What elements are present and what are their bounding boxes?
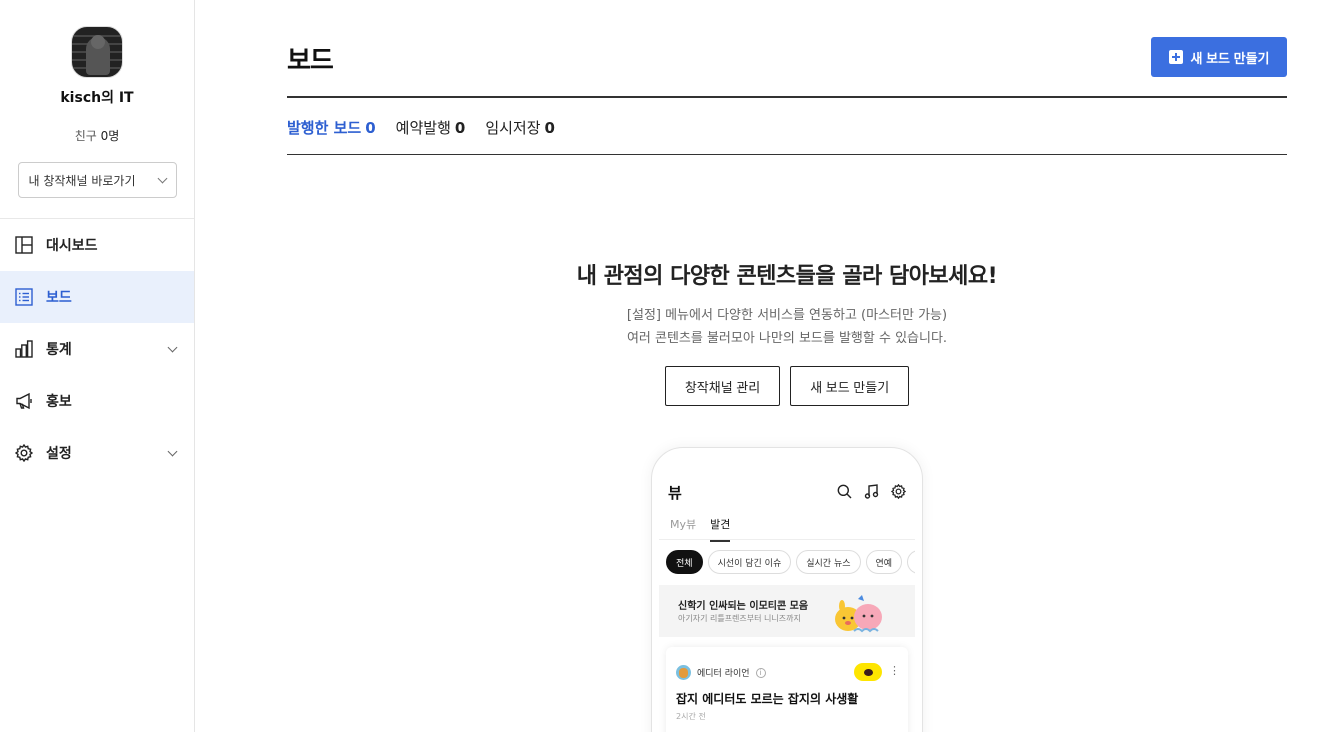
sidebar-item-label: 대시보드 [46, 238, 98, 254]
phone-card-title: 잡지 에디터도 모르는 잡지의 사생활 [676, 692, 859, 706]
phone-card-author: 에디터 라이언 i [676, 665, 766, 680]
info-icon: i [755, 667, 766, 678]
phone-tabs-divider [659, 539, 915, 540]
sidebar: kisch의 IT 친구 0명 내 창작채널 바로가기 대시보드 보드 통계 홍… [0, 0, 195, 732]
phone-card-author-name: 에디터 라이언 [697, 669, 750, 679]
author-avatar [676, 665, 691, 680]
empty-state-description: [설정] 메뉴에서 다양한 서비스를 연동하고 (마스터만 가능) 여러 콘텐츠… [287, 304, 1287, 350]
phone-category-chips: 전체 시선이 담긴 이슈 실시간 뉴스 연예 경제 [666, 550, 915, 574]
tab-label: 예약발행 [395, 119, 451, 137]
chevron-down-icon[interactable] [167, 446, 178, 457]
phone-card-meta: 2시간 전 [676, 712, 706, 721]
channel-shortcut-select[interactable]: 내 창작채널 바로가기 [17, 162, 177, 198]
phone-mockup: 뷰 My뷰 발견 전체 시선이 담긴 이슈 실시간 뉴스 연예 경제 신학기 인… [651, 447, 923, 732]
channel-select-label: 내 창작채널 바로가기 [28, 173, 136, 188]
phone-header-title: 뷰 [668, 484, 682, 502]
empty-new-board-button[interactable]: 새 보드 만들기 [790, 366, 910, 406]
search-icon [835, 482, 853, 500]
sidebar-item-label: 설정 [46, 446, 72, 462]
phone-chip: 실시간 뉴스 [796, 550, 861, 574]
empty-desc-line-1: [설정] 메뉴에서 다양한 서비스를 연동하고 (마스터만 가능) [626, 308, 948, 323]
dashboard-icon [15, 236, 33, 254]
phone-banner-subtitle: 아기자기 리틀프렌즈부터 니니즈까지 [678, 614, 801, 623]
chevron-down-icon [157, 173, 167, 183]
sidebar-item-label: 보드 [46, 290, 72, 306]
tab-label: 임시저장 [485, 119, 541, 137]
music-note-icon [862, 482, 880, 500]
tab-count: 0 [544, 119, 555, 137]
phone-screen: 뷰 My뷰 발견 전체 시선이 담긴 이슈 실시간 뉴스 연예 경제 신학기 인… [659, 456, 915, 732]
page-title: 보드 [287, 46, 334, 76]
stats-bar-icon [15, 340, 33, 358]
phone-chip: 시선이 담긴 이슈 [707, 550, 792, 574]
phone-banner-title: 신학기 인싸되는 이모티콘 모음 [678, 601, 809, 612]
phone-chip: 연예 [865, 550, 903, 574]
empty-state-title: 내 관점의 다양한 콘텐츠들을 골라 담아보세요! [576, 264, 998, 289]
gear-icon [15, 444, 33, 462]
empty-state-actions: 창작채널 관리 새 보드 만들기 [287, 366, 1287, 406]
tab-count: 0 [454, 119, 466, 137]
sidebar-item-stats[interactable]: 통계 [0, 323, 194, 375]
tab-label: 발행한 보드 [287, 119, 362, 137]
sidebar-item-dashboard[interactable]: 대시보드 [0, 219, 194, 271]
phone-header-icons [835, 482, 907, 500]
friends-count[interactable]: 친구 0명 [0, 127, 194, 144]
new-board-button-label: 새 보드 만들기 [1190, 50, 1270, 66]
profile-name[interactable]: kisch의 IT [0, 87, 194, 107]
sidebar-item-label: 홍보 [46, 394, 72, 410]
phone-banner: 신학기 인싸되는 이모티콘 모음 아기자기 리틀프렌즈부터 니니즈까지 [659, 585, 915, 637]
sidebar-item-settings[interactable]: 설정 [0, 427, 194, 479]
avatar[interactable] [71, 26, 123, 78]
empty-desc-line-2: 여러 콘텐츠를 불러모아 나만의 보드를 발행할 수 있습니다. [626, 331, 948, 346]
kakaotalk-share-icon [854, 663, 882, 681]
megaphone-icon [15, 392, 33, 410]
friends-label: 친구 [74, 129, 97, 143]
sidebar-item-label: 통계 [46, 342, 72, 358]
sidebar-item-board[interactable]: 보드 [0, 271, 194, 323]
tab-count: 0 [365, 119, 376, 137]
phone-chip: 전체 [666, 550, 703, 574]
tab-scheduled[interactable]: 예약발행 0 [396, 117, 466, 138]
tab-published[interactable]: 발행한 보드 0 [287, 117, 376, 138]
phone-chip: 경제 [907, 550, 915, 574]
sidebar-item-promotion[interactable]: 홍보 [0, 375, 194, 427]
empty-state: 내 관점의 다양한 콘텐츠들을 골라 담아보세요! [설정] 메뉴에서 다양한 … [287, 258, 1287, 406]
sidebar-nav: 대시보드 보드 통계 홍보 설정 [0, 219, 194, 479]
more-vertical-icon: ⋮ [889, 664, 900, 677]
emoticon-characters-illustration [835, 595, 882, 633]
profile-section: kisch의 IT 친구 0명 내 창작채널 바로가기 [0, 0, 194, 198]
plus-square-icon [1168, 50, 1183, 64]
new-board-button[interactable]: 새 보드 만들기 [1151, 37, 1287, 77]
chevron-down-icon[interactable] [167, 342, 178, 353]
board-list-icon [15, 288, 33, 306]
channel-manage-button[interactable]: 창작채널 관리 [664, 366, 781, 406]
board-tabs: 발행한 보드 0 예약발행 0 임시저장 0 [287, 117, 575, 138]
friends-value: 0명 [100, 129, 120, 143]
phone-content-card: 에디터 라이언 i ⋮ 잡지 에디터도 모르는 잡지의 사생활 2시간 전 [666, 647, 908, 732]
gear-icon [889, 482, 907, 500]
tab-drafts[interactable]: 임시저장 0 [485, 117, 555, 138]
header-divider [287, 96, 1287, 98]
tabs-divider [287, 154, 1287, 155]
